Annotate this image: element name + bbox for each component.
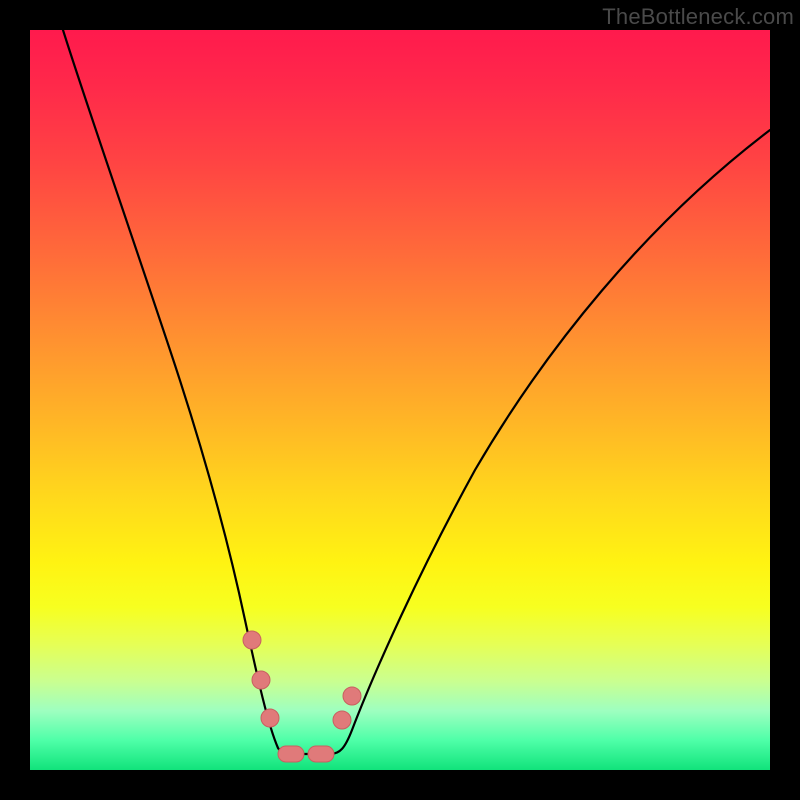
marker-pill (278, 746, 304, 762)
marker-dot (343, 687, 361, 705)
chart-frame: TheBottleneck.com (0, 0, 800, 800)
marker-dot (333, 711, 351, 729)
bottleneck-curve (30, 30, 770, 770)
marker-pill (308, 746, 334, 762)
curve-markers (243, 631, 361, 762)
plot-area (30, 30, 770, 770)
marker-dot (243, 631, 261, 649)
marker-dot (261, 709, 279, 727)
marker-dot (252, 671, 270, 689)
curve-path (63, 30, 770, 756)
watermark-text: TheBottleneck.com (602, 4, 794, 30)
